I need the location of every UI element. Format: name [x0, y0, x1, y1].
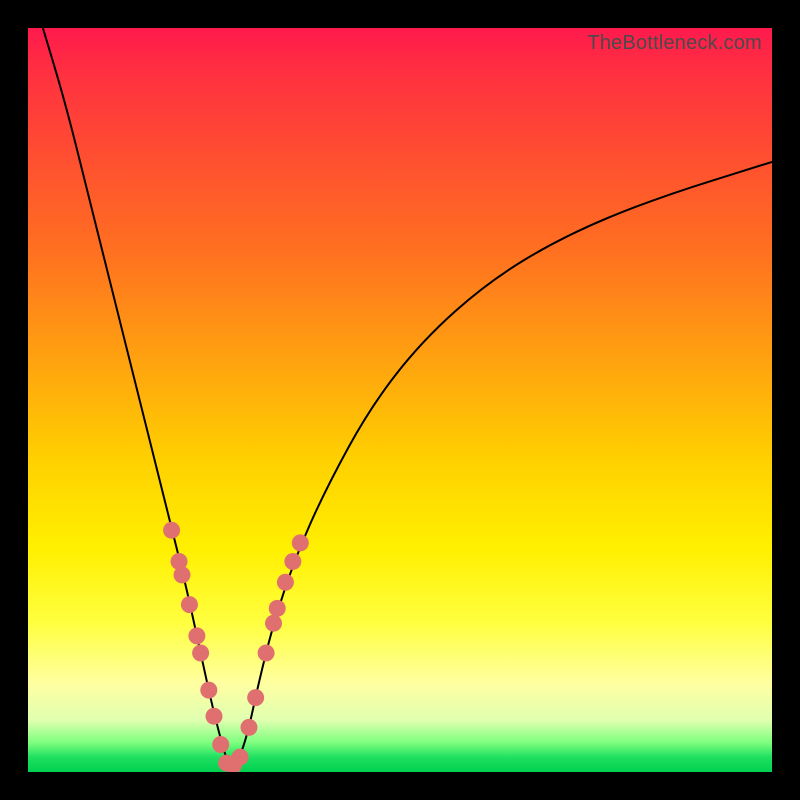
data-marker: [192, 644, 209, 661]
data-marker: [188, 627, 205, 644]
data-marker: [258, 644, 275, 661]
data-marker: [247, 689, 264, 706]
data-marker: [200, 682, 217, 699]
chart-frame: TheBottleneck.com: [0, 0, 800, 800]
bottleneck-curve: [43, 28, 772, 766]
data-marker: [269, 600, 286, 617]
data-marker: [284, 553, 301, 570]
data-marker: [240, 719, 257, 736]
data-marker: [232, 749, 249, 766]
data-marker: [163, 522, 180, 539]
plot-area: TheBottleneck.com: [28, 28, 772, 772]
data-marker: [265, 615, 282, 632]
data-marker: [206, 708, 223, 725]
curve-svg: [28, 28, 772, 772]
data-marker: [292, 534, 309, 551]
data-marker: [181, 596, 198, 613]
marker-group: [163, 522, 309, 772]
data-marker: [212, 736, 229, 753]
data-marker: [277, 574, 294, 591]
data-marker: [174, 566, 191, 583]
